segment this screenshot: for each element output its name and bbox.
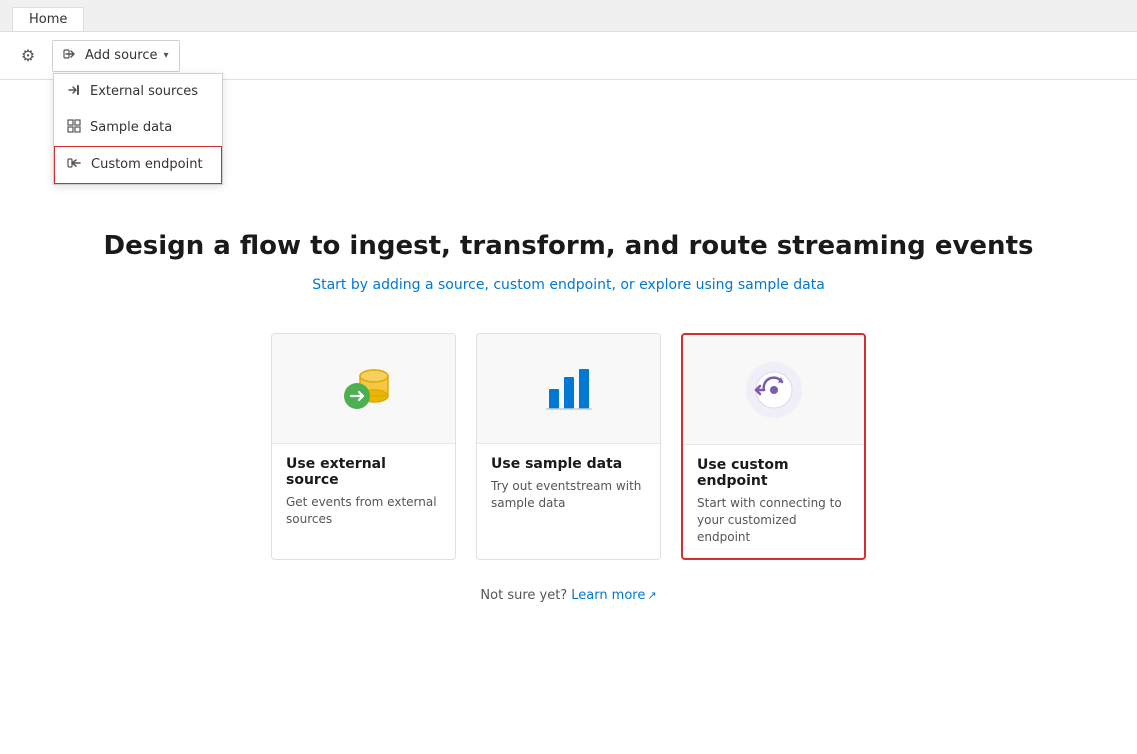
card-custom-endpoint[interactable]: Use custom endpoint Start with connectin… [681, 333, 866, 559]
toolbar: ⚙ Add source ▾ External sources [0, 32, 1137, 80]
card-sample-data[interactable]: Use sample data Try out eventstream with… [476, 333, 661, 559]
learn-more-link[interactable]: Learn more ↗ [571, 588, 656, 603]
not-sure-text: Not sure yet? [480, 588, 567, 603]
external-sources-icon [66, 82, 82, 102]
sample-data-label: Sample data [90, 120, 172, 135]
card-title-external: Use external source [286, 456, 441, 488]
learn-more-label: Learn more [571, 588, 645, 603]
custom-endpoint-label: Custom endpoint [91, 157, 203, 172]
home-tab[interactable]: Home [12, 7, 84, 31]
card-text-external: Use external source Get events from exte… [272, 444, 455, 540]
card-icon-area-external [272, 334, 455, 444]
custom-endpoint-illustration [744, 360, 804, 420]
dropdown-item-custom-endpoint[interactable]: Custom endpoint [54, 146, 222, 184]
custom-endpoint-icon [67, 155, 83, 175]
card-text-custom: Use custom endpoint Start with connectin… [683, 445, 864, 557]
card-icon-area-sample [477, 334, 660, 444]
chevron-down-icon: ▾ [163, 50, 168, 61]
external-source-illustration [329, 354, 399, 424]
card-icon-area-custom [683, 335, 864, 445]
card-title-sample: Use sample data [491, 456, 646, 472]
page-title: Design a flow to ingest, transform, and … [104, 231, 1034, 261]
sample-data-icon [66, 118, 82, 138]
add-source-icon [63, 46, 79, 66]
cards-container: Use external source Get events from exte… [271, 333, 866, 559]
sample-data-illustration [539, 359, 599, 419]
add-source-dropdown: External sources Sample data [53, 73, 223, 185]
card-title-custom: Use custom endpoint [697, 457, 850, 489]
card-desc-external: Get events from external sources [286, 494, 441, 528]
add-source-button[interactable]: Add source ▾ External sources [52, 40, 180, 72]
gear-button[interactable]: ⚙ [12, 40, 44, 72]
card-text-sample: Use sample data Try out eventstream with… [477, 444, 660, 524]
external-link-icon: ↗ [647, 589, 656, 602]
not-sure-row: Not sure yet? Learn more ↗ [480, 588, 656, 603]
tab-bar: Home [0, 0, 1137, 32]
external-sources-label: External sources [90, 84, 198, 99]
card-external-source[interactable]: Use external source Get events from exte… [271, 333, 456, 559]
card-desc-custom: Start with connecting to your customized… [697, 495, 850, 545]
add-source-label: Add source [85, 48, 157, 63]
dropdown-item-external-sources[interactable]: External sources [54, 74, 222, 110]
page-subtitle: Start by adding a source, custom endpoin… [312, 277, 825, 293]
dropdown-item-sample-data[interactable]: Sample data [54, 110, 222, 146]
card-desc-sample: Try out eventstream with sample data [491, 478, 646, 512]
